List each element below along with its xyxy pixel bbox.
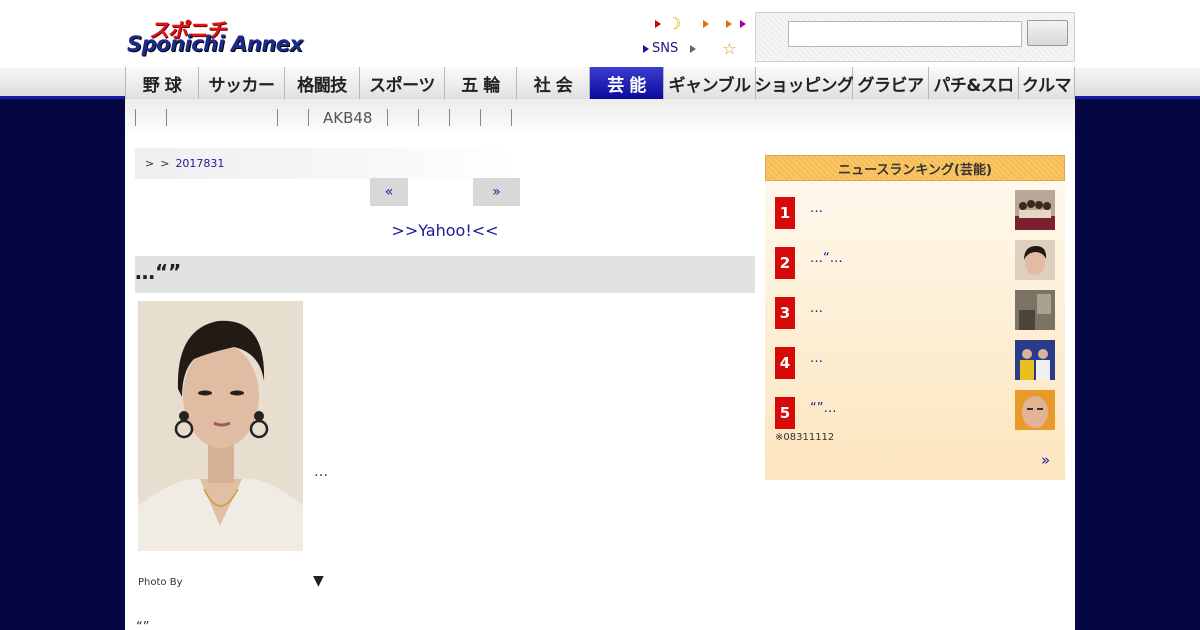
article-photo[interactable] bbox=[138, 301, 303, 551]
search-input[interactable] bbox=[788, 21, 1022, 47]
event-photo-image bbox=[1015, 340, 1055, 380]
prev-article-button[interactable]: « bbox=[370, 178, 408, 206]
ranking-update-note: ※08311112 bbox=[775, 432, 835, 443]
sub-nav-divider bbox=[387, 109, 388, 126]
sub-nav-divider bbox=[418, 109, 419, 126]
article-headline: …“” bbox=[135, 256, 755, 293]
logo-main-text: Sponichi Annex bbox=[127, 32, 303, 56]
main-nav: 野 球 サッカー 格闘技 スポーツ 五 輪 社 会 芸 能 ギャンブル ショッピ… bbox=[125, 67, 1075, 99]
nav-item-soccer[interactable]: サッカー bbox=[199, 67, 285, 99]
next-article-button[interactable]: » bbox=[473, 178, 520, 206]
nav-item-pachislot[interactable]: パチ&スロ bbox=[929, 67, 1019, 99]
rank-thumbnail[interactable] bbox=[1015, 240, 1055, 280]
rank-badge: 1 bbox=[775, 197, 795, 229]
room-photo-image bbox=[1015, 290, 1055, 330]
breadcrumb-separator: > bbox=[160, 157, 170, 170]
nav-item-society[interactable]: 社 会 bbox=[517, 67, 590, 99]
breadcrumb-date-link[interactable]: 2017831 bbox=[175, 157, 224, 170]
group-photo-image bbox=[1015, 190, 1055, 230]
portrait-thumbnail-image bbox=[1015, 390, 1055, 430]
nav-item-gravure[interactable]: グラビア bbox=[853, 67, 929, 99]
search-button[interactable] bbox=[1027, 20, 1068, 46]
nav-item-gamble[interactable]: ギャンブル bbox=[664, 67, 756, 99]
arrow-icon bbox=[643, 44, 649, 53]
rank-thumbnail[interactable] bbox=[1015, 340, 1055, 380]
photo-caption: … bbox=[314, 464, 328, 480]
rank-item-title[interactable]: … bbox=[810, 301, 823, 316]
sub-nav: AKB48 bbox=[125, 99, 1075, 137]
nav-item-entertainment[interactable]: 芸 能 bbox=[590, 67, 664, 99]
arrow-icon bbox=[655, 20, 661, 28]
header-links-row-2: SNS ☆ bbox=[643, 39, 737, 58]
rank-badge: 3 bbox=[775, 297, 795, 329]
news-ranking: ニュースランキング(芸能) 1 … 2 …“… 3 … 4 … 5 “”… ※0… bbox=[765, 155, 1065, 480]
article-body: “” bbox=[136, 620, 150, 630]
rank-thumbnail[interactable] bbox=[1015, 190, 1055, 230]
nav-item-shopping[interactable]: ショッピング bbox=[755, 67, 854, 99]
sub-nav-divider bbox=[480, 109, 481, 126]
star-icon[interactable]: ☆ bbox=[722, 39, 736, 58]
yahoo-link[interactable]: >>Yahoo!<< bbox=[135, 221, 755, 240]
sub-nav-divider bbox=[166, 109, 167, 126]
rank-thumbnail[interactable] bbox=[1015, 290, 1055, 330]
sub-nav-item-akb48[interactable]: AKB48 bbox=[323, 109, 372, 127]
rank-badge: 2 bbox=[775, 247, 795, 279]
arrow-icon[interactable] bbox=[740, 20, 747, 28]
sub-nav-divider bbox=[449, 109, 450, 126]
site-logo[interactable]: スポニチ Sponichi Annex bbox=[127, 14, 317, 60]
rank-item-title[interactable]: …“… bbox=[810, 251, 843, 266]
nav-item-martial-arts[interactable]: 格闘技 bbox=[285, 67, 360, 99]
arrow-icon[interactable] bbox=[690, 44, 697, 53]
sub-nav-divider bbox=[511, 109, 512, 126]
rank-item-title[interactable]: … bbox=[810, 201, 823, 216]
nav-item-sports[interactable]: スポーツ bbox=[360, 67, 445, 99]
nav-item-baseball[interactable]: 野 球 bbox=[125, 67, 199, 99]
expand-arrow-icon[interactable]: ▼ bbox=[313, 573, 324, 589]
portrait-thumbnail-image bbox=[1015, 240, 1055, 280]
search-box bbox=[755, 12, 1075, 62]
sub-nav-divider bbox=[277, 109, 278, 126]
portrait-image bbox=[138, 301, 303, 551]
breadcrumb-separator: > bbox=[145, 157, 155, 170]
photo-credit: Photo By bbox=[138, 577, 183, 588]
rank-badge: 4 bbox=[775, 347, 795, 379]
sns-link[interactable]: SNS bbox=[652, 41, 678, 56]
rank-badge: 5 bbox=[775, 397, 795, 429]
arrow-icon[interactable] bbox=[703, 20, 710, 28]
header-links-row-1: ☽ bbox=[655, 16, 747, 32]
nav-item-cars[interactable]: クルマ bbox=[1019, 67, 1075, 99]
arrow-icon[interactable] bbox=[726, 20, 733, 28]
nav-item-olympics[interactable]: 五 輪 bbox=[445, 67, 517, 99]
rank-item-title[interactable]: “”… bbox=[810, 401, 836, 416]
rank-thumbnail[interactable] bbox=[1015, 390, 1055, 430]
ranking-title: ニュースランキング(芸能) bbox=[765, 155, 1065, 181]
sub-nav-divider bbox=[135, 109, 136, 126]
moon-icon[interactable]: ☽ bbox=[667, 16, 681, 32]
breadcrumb: > > 2017831 bbox=[135, 148, 513, 179]
rank-item-title[interactable]: … bbox=[810, 351, 823, 366]
sub-nav-divider bbox=[308, 109, 309, 126]
ranking-more-link[interactable]: » bbox=[1041, 451, 1050, 469]
